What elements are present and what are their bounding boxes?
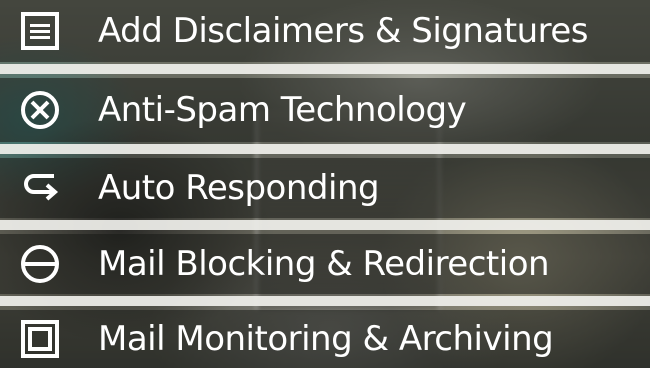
feature-item-mail-blocking: Mail Blocking & Redirection <box>0 234 650 294</box>
feature-item-anti-spam: Anti-Spam Technology <box>0 78 650 142</box>
framed-square-icon <box>18 317 62 361</box>
divider <box>0 296 650 306</box>
circle-x-icon <box>18 88 62 132</box>
feature-label: Mail Blocking & Redirection <box>98 244 550 284</box>
feature-label: Anti-Spam Technology <box>98 90 467 130</box>
circle-minus-icon <box>18 242 62 286</box>
feature-label: Add Disclaimers & Signatures <box>98 11 589 51</box>
feature-label: Mail Monitoring & Archiving <box>98 319 554 359</box>
feature-item-mail-monitoring: Mail Monitoring & Archiving <box>0 310 650 368</box>
document-lines-icon <box>18 9 62 53</box>
feature-label: Auto Responding <box>98 168 380 208</box>
return-arrow-icon <box>18 166 62 210</box>
feature-list: Add Disclaimers & Signatures Anti-Spam T… <box>0 0 650 368</box>
feature-item-auto-responding: Auto Responding <box>0 158 650 218</box>
divider <box>0 144 650 154</box>
divider <box>0 64 650 74</box>
divider <box>0 220 650 230</box>
feature-item-disclaimers: Add Disclaimers & Signatures <box>0 0 650 62</box>
